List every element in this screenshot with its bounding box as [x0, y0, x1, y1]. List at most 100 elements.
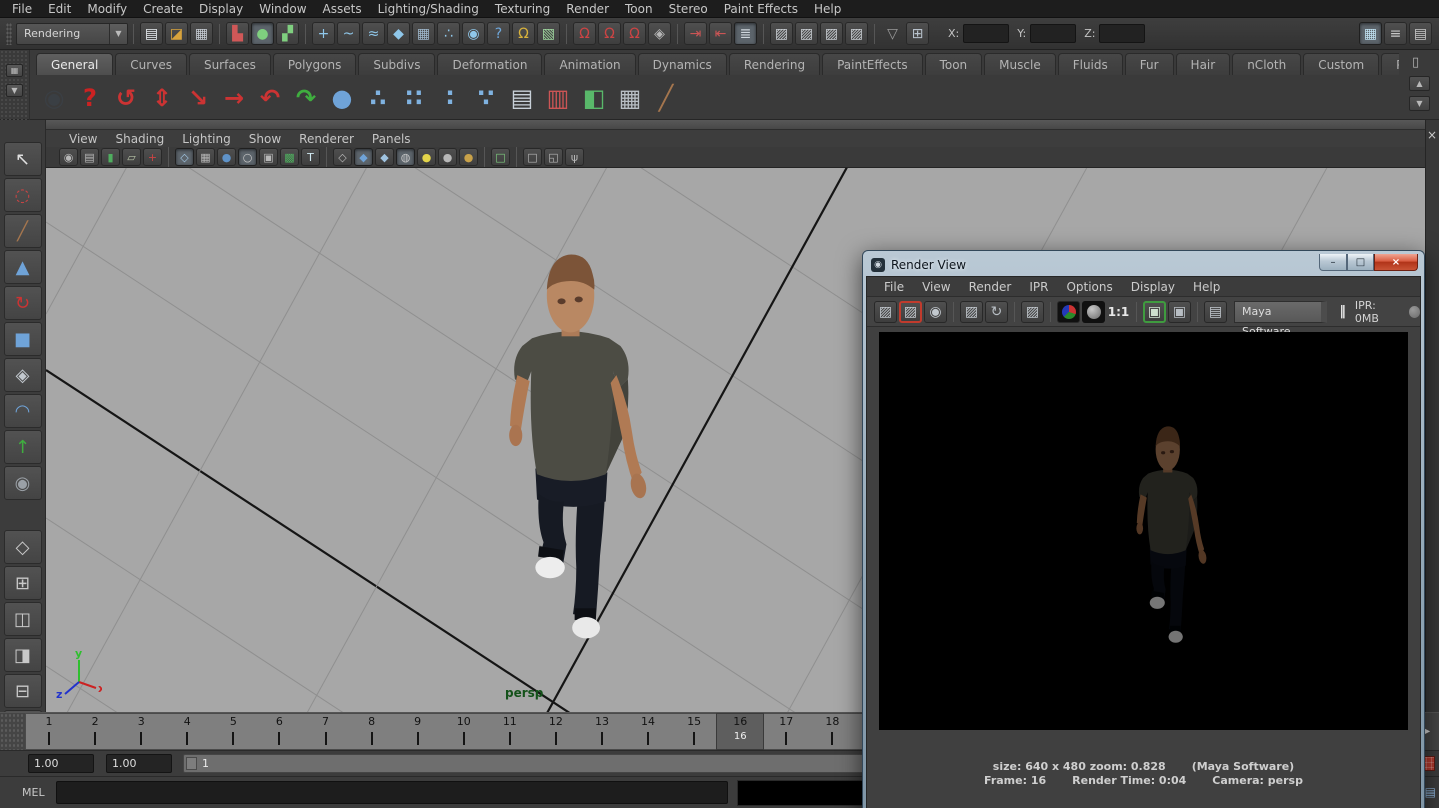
maximize-button[interactable]: □	[1347, 254, 1374, 271]
z-input[interactable]	[1099, 24, 1145, 43]
shelf-tab-rendering[interactable]: Rendering	[729, 53, 820, 75]
timeline-frame-4[interactable]: 4	[164, 714, 210, 749]
timeline-frame-13[interactable]: 13	[579, 714, 625, 749]
lasso-select-tool-icon[interactable]: ◌	[4, 178, 42, 212]
menu-edit[interactable]: Edit	[40, 0, 79, 18]
toolbar-grip[interactable]	[6, 23, 12, 45]
pane-dropdown-icon[interactable]: ▽	[881, 22, 904, 45]
move-tool-icon[interactable]: ▲	[4, 250, 42, 284]
shelf-scroll-down-button[interactable]: ▼	[1409, 96, 1430, 111]
menu-assets[interactable]: Assets	[315, 0, 370, 18]
menu-render[interactable]: Render	[558, 0, 617, 18]
image-plane-icon[interactable]: ▱	[122, 148, 141, 166]
shelf-tab-toggle-button[interactable]: ▼	[6, 84, 23, 97]
input-connections-icon[interactable]: ⇥	[684, 22, 707, 45]
help-line-icon[interactable]: ?	[72, 80, 108, 116]
no-lights-icon[interactable]: ●	[438, 148, 457, 166]
timeline-frame-9[interactable]: 9	[395, 714, 441, 749]
viewport-menu-show[interactable]: Show	[240, 132, 290, 146]
joint-tool-icon[interactable]: ∴	[360, 80, 396, 116]
select-component-icon[interactable]: ▞	[276, 22, 299, 45]
shelf-tab-muscle[interactable]: Muscle	[984, 53, 1056, 75]
viewport-menu-renderer[interactable]: Renderer	[290, 132, 363, 146]
script-editor-icon[interactable]: ▤	[1425, 785, 1436, 799]
timeline-frame-18[interactable]: 18	[809, 714, 855, 749]
shelf-tab-general[interactable]: General	[36, 53, 113, 75]
scale-tool-icon[interactable]: ■	[4, 322, 42, 356]
ipr-render-icon[interactable]: ▨	[820, 22, 843, 45]
camera-dolly-icon[interactable]: ⇕	[144, 80, 180, 116]
pause-ipr-icon[interactable]: ‖	[1339, 304, 1347, 319]
mel-label[interactable]: MEL	[22, 786, 45, 799]
animation-start-field[interactable]	[28, 754, 94, 773]
undo-icon[interactable]: ↶	[252, 80, 288, 116]
chevron-down-icon[interactable]: ▼	[109, 24, 127, 44]
rotate-tool-icon[interactable]: ↻	[4, 286, 42, 320]
y-input[interactable]	[1030, 24, 1076, 43]
wireframe-mode-icon[interactable]: ◇	[333, 148, 352, 166]
shading-sphere-icon[interactable]: ●	[217, 148, 236, 166]
help-icon[interactable]: ?	[487, 22, 510, 45]
timeline-frame-6[interactable]: 6	[256, 714, 302, 749]
magnet-point-icon[interactable]: Ω	[623, 22, 646, 45]
timeline-frame-1[interactable]: 1	[26, 714, 72, 749]
shelf-tab-surfaces[interactable]: Surfaces	[189, 53, 271, 75]
shelf-tab-toon[interactable]: Toon	[925, 53, 983, 75]
viewport-menu-panels[interactable]: Panels	[363, 132, 420, 146]
mel-command-input[interactable]	[56, 781, 728, 804]
make-live-icon[interactable]: ▦	[412, 22, 435, 45]
use-all-lights-icon[interactable]: ◍	[396, 148, 415, 166]
shelf-tab-subdivs[interactable]: Subdivs	[358, 53, 435, 75]
shelf-tab-deformation[interactable]: Deformation	[437, 53, 542, 75]
renderview-menu-ipr[interactable]: IPR	[1020, 280, 1057, 294]
open-render-settings-icon[interactable]: ▤	[1204, 301, 1227, 323]
bookmark-icon[interactable]: ▮	[101, 148, 120, 166]
keep-image-icon[interactable]: ▣	[1143, 301, 1166, 323]
rendered-image-area[interactable]	[879, 332, 1408, 730]
trash-icon[interactable]: ▯	[1412, 55, 1419, 70]
renderer-dropdown[interactable]: Maya Software	[1234, 301, 1327, 323]
timeline-frame-10[interactable]: 10	[441, 714, 487, 749]
last-tool-icon[interactable]: ◉	[4, 466, 42, 500]
soft-modification-icon[interactable]: ◠	[4, 394, 42, 428]
default-light-icon[interactable]: ●	[417, 148, 436, 166]
menu-lighting-shading[interactable]: Lighting/Shading	[370, 0, 487, 18]
renderview-menu-options[interactable]: Options	[1057, 280, 1121, 294]
renderview-menu-view[interactable]: View	[913, 280, 959, 294]
remove-image-icon[interactable]: ▣	[1168, 301, 1191, 323]
paint-select-tool-icon[interactable]: ╱	[4, 214, 42, 248]
outliner-window-icon[interactable]: ▤	[504, 80, 540, 116]
timeline-frame-17[interactable]: 17	[763, 714, 809, 749]
wireframe-on-shaded-icon[interactable]: ◱	[544, 148, 563, 166]
symmetry-icon[interactable]: ⊞	[906, 22, 929, 45]
timeline-frame-8[interactable]: 8	[349, 714, 395, 749]
timeline-frame-3[interactable]: 3	[118, 714, 164, 749]
save-scene-icon[interactable]: ▦	[190, 22, 213, 45]
measure-icon[interactable]: +	[143, 148, 162, 166]
timeline-frame-7[interactable]: 7	[302, 714, 348, 749]
magnet-curve-icon[interactable]: Ω	[598, 22, 621, 45]
render-current-frame-icon[interactable]: ▨	[795, 22, 818, 45]
lock-selection-icon[interactable]: Ω	[512, 22, 535, 45]
shelf-tab-hair[interactable]: Hair	[1176, 53, 1231, 75]
menu-set-dropdown[interactable]: Rendering ▼	[16, 23, 128, 45]
shelf-tab-dynamics[interactable]: Dynamics	[638, 53, 727, 75]
output-connections-icon[interactable]: ⇤	[709, 22, 732, 45]
lattice-icon[interactable]: ▦	[612, 80, 648, 116]
character-model[interactable]	[483, 245, 663, 653]
paint-weights-icon[interactable]: ╱	[648, 80, 684, 116]
viewport-menu-shading[interactable]: Shading	[106, 132, 173, 146]
insert-joint-icon[interactable]: ∵	[468, 80, 504, 116]
shelf-tab-custom[interactable]: Custom	[1303, 53, 1379, 75]
magnet-center-icon[interactable]: ◈	[648, 22, 671, 45]
soft-select-icon[interactable]: ◉	[462, 22, 485, 45]
delete-history-icon[interactable]: ●	[324, 80, 360, 116]
menu-stereo[interactable]: Stereo	[661, 0, 716, 18]
menu-help[interactable]: Help	[806, 0, 849, 18]
shelf-menu-button[interactable]: ▦	[6, 64, 23, 77]
menu-texturing[interactable]: Texturing	[487, 0, 558, 18]
ik-handle-icon[interactable]: ∷	[396, 80, 432, 116]
open-render-view-icon[interactable]: ▨	[770, 22, 793, 45]
construction-history-icon[interactable]: ≣	[734, 22, 757, 45]
snapshot-icon[interactable]: ◉	[924, 301, 947, 323]
